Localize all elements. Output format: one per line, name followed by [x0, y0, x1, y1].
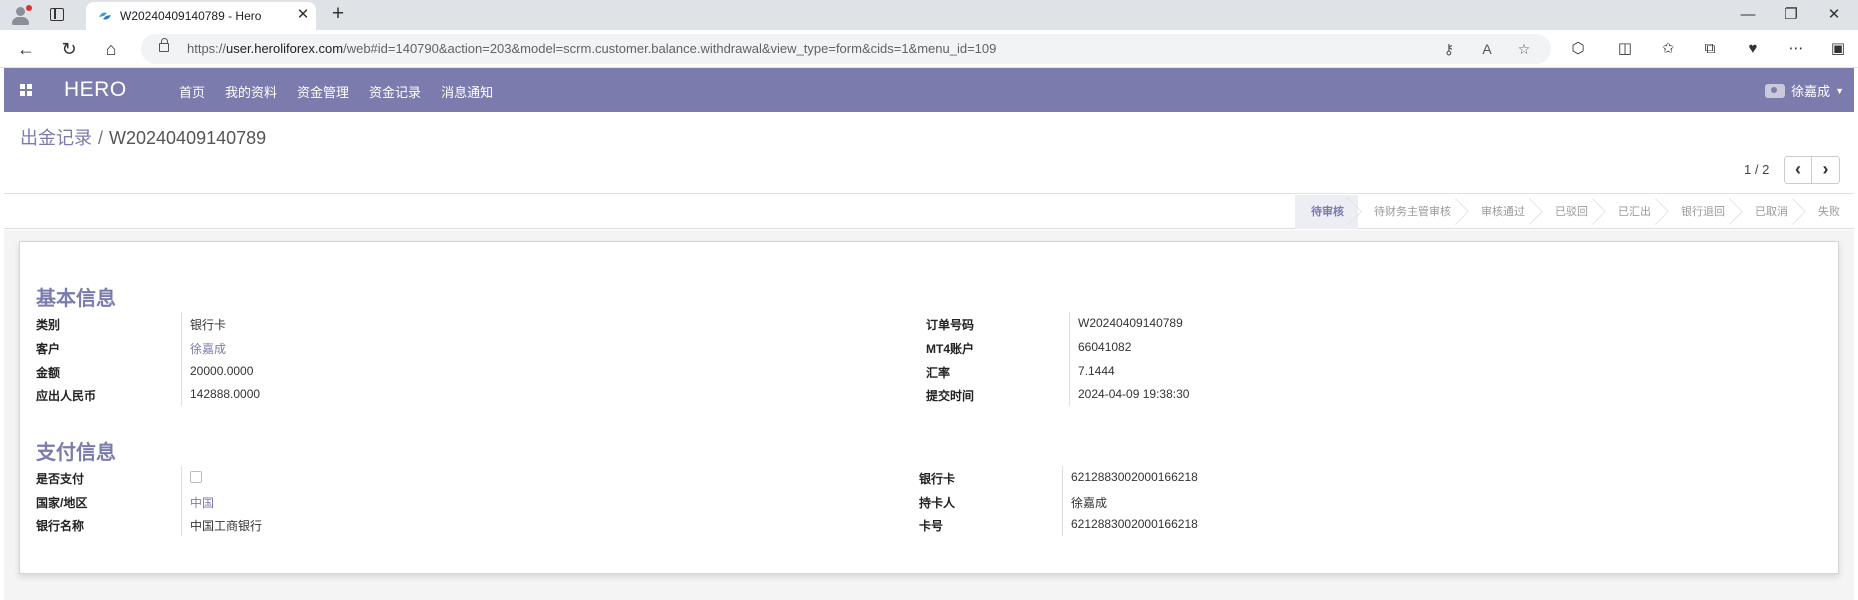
- field-divider: [181, 312, 182, 406]
- field-value-rmb-amount: 142888.0000: [190, 387, 261, 401]
- paid-checkbox[interactable]: [190, 471, 202, 483]
- breadcrumb-parent[interactable]: 出金记录: [20, 128, 92, 148]
- field-label: 是否支付: [36, 472, 85, 486]
- menu-item-funds[interactable]: 资金管理: [297, 82, 349, 101]
- home-icon[interactable]: ⌂: [100, 38, 122, 60]
- field-divider: [181, 466, 182, 536]
- browser-toolbar: ← ↻ ⌂ https://user.heroliforex.com/web#i…: [0, 30, 1858, 68]
- field-label: 订单号码: [926, 318, 975, 332]
- chevron-down-icon: ▼: [1835, 85, 1844, 96]
- section-title-payment-info: 支付信息: [36, 442, 116, 464]
- form-sheet: 基本信息 类别 银行卡 客户 徐嘉成 金额 20000.0000 应出人民币 1…: [19, 241, 1839, 574]
- profile-icon[interactable]: [10, 5, 32, 25]
- pager-value[interactable]: 1 / 2: [1744, 162, 1769, 177]
- breadcrumb-separator: /: [98, 128, 104, 148]
- status-bar: 待审核 待财务主管审核 审核通过 已驳回 已汇出 银行退回 已取消 失败: [4, 195, 1854, 229]
- field-value-amount: 20000.0000: [190, 364, 254, 378]
- window-close-icon[interactable]: ✕: [1824, 5, 1844, 25]
- field-divider: [1069, 312, 1070, 406]
- user-menu[interactable]: 徐嘉成 ▼: [1765, 81, 1844, 100]
- breadcrumb: 出金记录 / W20240409140789: [20, 124, 266, 150]
- field-value-card-number: 6212883002000166218: [1071, 517, 1198, 531]
- url-text[interactable]: https://user.heroliforex.com/web#id=1407…: [187, 41, 996, 56]
- performance-icon[interactable]: ♥: [1743, 39, 1763, 59]
- back-arrow-icon[interactable]: ←: [15, 38, 37, 60]
- address-bar[interactable]: https://user.heroliforex.com/web#id=1407…: [141, 34, 1551, 64]
- field-value-mt4-account: 66041082: [1078, 340, 1132, 354]
- minimize-icon[interactable]: —: [1738, 5, 1758, 25]
- favorite-star-icon[interactable]: ☆: [1514, 39, 1534, 59]
- field-label: 客户: [36, 342, 61, 356]
- more-icon[interactable]: ⋯: [1786, 39, 1806, 59]
- stage-pipeline: 待审核 待财务主管审核 审核通过 已驳回 已汇出 银行退回 已取消 失败: [1295, 195, 1854, 229]
- control-panel: 出金记录 / W20240409140789 1 / 2 ‹ ›: [4, 112, 1854, 194]
- stage-failed[interactable]: 失败: [1802, 195, 1854, 229]
- field-label: 类别: [36, 318, 61, 332]
- field-label: 国家/地区: [36, 496, 88, 510]
- field-value-bank-name: 中国工商银行: [190, 519, 263, 533]
- menu-item-profile[interactable]: 我的资料: [225, 82, 277, 101]
- lock-icon[interactable]: [159, 38, 169, 52]
- camera-icon: [1765, 83, 1786, 98]
- browser-tab-strip: W20240409140789 - Hero ✕ + — ❐ ✕: [0, 0, 1858, 30]
- stage-rejected[interactable]: 已驳回: [1539, 195, 1602, 229]
- brand-logo[interactable]: HERO: [64, 78, 127, 102]
- collections-icon[interactable]: ⧉: [1700, 39, 1720, 59]
- field-label: 银行卡: [919, 472, 956, 486]
- key-icon[interactable]: ⚷: [1439, 39, 1459, 59]
- breadcrumb-current: W20240409140789: [109, 128, 267, 148]
- stage-remitted[interactable]: 已汇出: [1602, 195, 1665, 229]
- field-label: 卡号: [919, 519, 944, 533]
- apps-grid-icon[interactable]: [20, 84, 32, 96]
- tab-actions-icon[interactable]: [50, 8, 64, 21]
- menu-item-fund-records[interactable]: 资金记录: [369, 82, 421, 101]
- pager-buttons: ‹ ›: [1784, 156, 1840, 184]
- menu-item-messages[interactable]: 消息通知: [441, 82, 493, 101]
- field-label: MT4账户: [926, 342, 975, 356]
- top-navbar: HERO 首页 我的资料 资金管理 资金记录 消息通知 徐嘉成 ▼: [4, 68, 1854, 112]
- restore-icon[interactable]: ❐: [1781, 5, 1801, 25]
- field-label: 应出人民币: [36, 389, 97, 403]
- field-label: 提交时间: [926, 389, 975, 403]
- favorites-icon[interactable]: ✩: [1658, 39, 1678, 59]
- stage-approved[interactable]: 审核通过: [1465, 195, 1539, 229]
- field-divider: [1062, 466, 1063, 536]
- new-tab-icon[interactable]: +: [327, 3, 349, 25]
- menu-item-home[interactable]: 首页: [179, 82, 205, 101]
- favicon-icon: [99, 12, 111, 20]
- field-value-exchange-rate: 7.1444: [1078, 364, 1115, 378]
- sidebar-icon[interactable]: ▣: [1828, 39, 1848, 59]
- field-label: 持卡人: [919, 496, 956, 510]
- stage-cancelled[interactable]: 已取消: [1739, 195, 1802, 229]
- main-menu: 首页 我的资料 资金管理 资金记录 消息通知: [179, 82, 513, 101]
- field-value-order-number: W20240409140789: [1078, 316, 1183, 330]
- field-value-submit-time: 2024-04-09 19:38:30: [1078, 387, 1190, 401]
- extensions-icon[interactable]: ⬡: [1568, 39, 1588, 59]
- field-value-bank-card: 6212883002000166218: [1071, 470, 1198, 484]
- split-screen-icon[interactable]: ◫: [1615, 39, 1635, 59]
- stage-pending-review[interactable]: 待审核: [1295, 195, 1358, 229]
- stage-pending-finance[interactable]: 待财务主管审核: [1358, 195, 1465, 229]
- field-value-category: 银行卡: [190, 318, 227, 332]
- user-name: 徐嘉成: [1791, 84, 1831, 99]
- field-label: 银行名称: [36, 519, 85, 533]
- close-tab-icon[interactable]: ✕: [294, 6, 312, 24]
- field-value-country[interactable]: 中国: [190, 494, 214, 511]
- field-label: 汇率: [926, 366, 951, 380]
- tab-title: W20240409140789 - Hero: [120, 9, 262, 23]
- pager-next-icon[interactable]: ›: [1812, 157, 1839, 183]
- section-title-basic-info: 基本信息: [36, 288, 116, 310]
- read-aloud-icon[interactable]: A: [1477, 39, 1497, 59]
- field-label: 金额: [36, 366, 61, 380]
- browser-tab[interactable]: W20240409140789 - Hero ✕: [86, 2, 316, 30]
- reload-icon[interactable]: ↻: [58, 38, 80, 60]
- field-value-card-holder: 徐嘉成: [1071, 496, 1108, 510]
- stage-bank-returned[interactable]: 银行退回: [1665, 195, 1739, 229]
- field-value-customer[interactable]: 徐嘉成: [190, 340, 226, 357]
- pager-previous-icon[interactable]: ‹: [1785, 157, 1813, 183]
